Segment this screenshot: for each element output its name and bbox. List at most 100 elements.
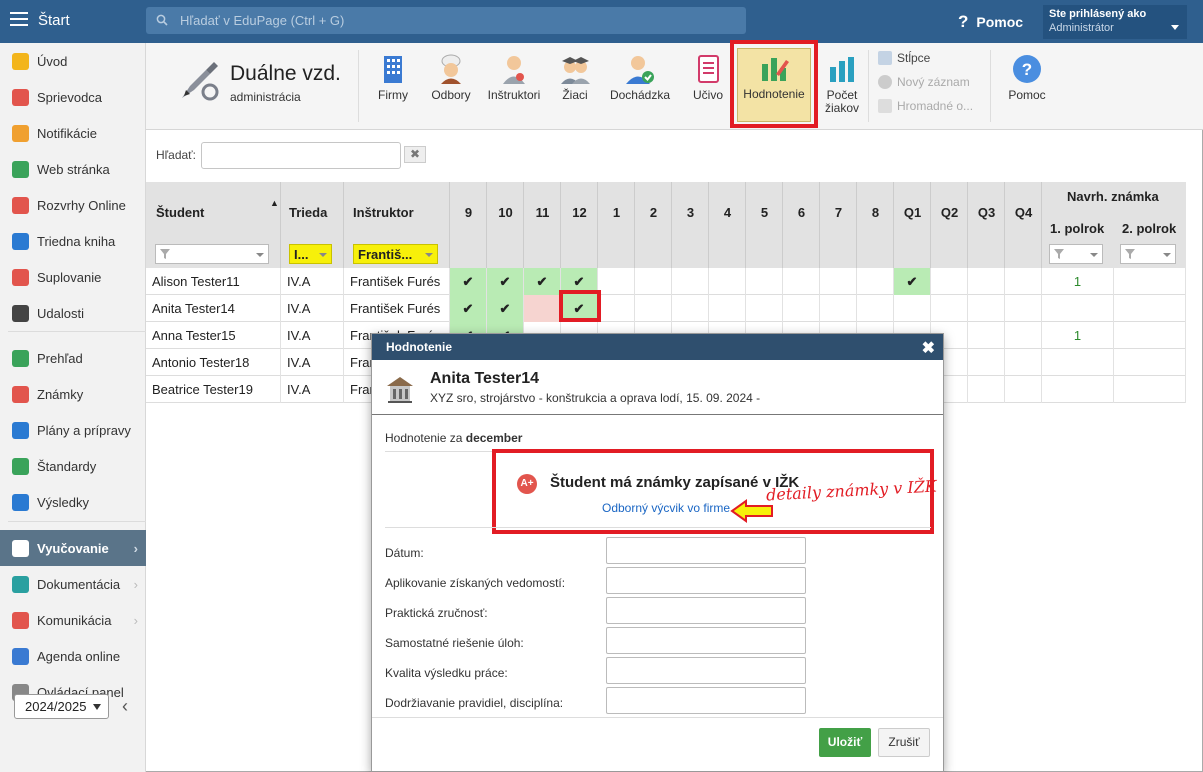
cell-semester1[interactable]: 1 (1042, 268, 1114, 295)
cell-semester2[interactable] (1114, 268, 1186, 295)
sidebar-item-9[interactable]: Prehľad (0, 340, 146, 376)
header-month-8[interactable] (857, 182, 894, 268)
cell-semester2[interactable] (1114, 322, 1186, 349)
header-month-Q1[interactable] (894, 182, 931, 268)
sidebar-item-10[interactable]: Známky (0, 376, 146, 412)
field-input[interactable] (606, 537, 806, 564)
cell-month[interactable] (783, 268, 820, 295)
save-button[interactable]: Uložiť (819, 728, 871, 757)
cell-month[interactable]: ✔ (450, 268, 487, 295)
cell-month[interactable] (709, 295, 746, 322)
cell-month[interactable] (857, 295, 894, 322)
header-month-7[interactable] (820, 182, 857, 268)
cell-class[interactable]: IV.A (281, 268, 344, 295)
header-month-1[interactable] (598, 182, 635, 268)
class-filter[interactable]: I... (289, 244, 332, 264)
cell-month[interactable] (635, 295, 672, 322)
field-input[interactable] (606, 627, 806, 654)
global-search[interactable]: Hľadať v EduPage (Ctrl + G) (146, 7, 746, 34)
semester2-filter[interactable] (1120, 244, 1176, 264)
cell-student[interactable]: Anita Tester14 (146, 295, 281, 322)
sidebar-item-1[interactable]: Úvod (0, 43, 146, 79)
sidebar-item-13[interactable]: Výsledky (0, 484, 146, 520)
close-icon[interactable]: ✖ (922, 338, 935, 358)
sidebar-item-16[interactable]: Komunikácia › (0, 602, 146, 638)
cell-month[interactable]: ✔ (487, 268, 524, 295)
sidebar-item-5[interactable]: Rozvrhy Online (0, 187, 146, 223)
header-month-3[interactable] (672, 182, 709, 268)
cell-month[interactable] (709, 268, 746, 295)
cell-month[interactable] (1005, 322, 1042, 349)
cell-month[interactable] (968, 268, 1005, 295)
cell-semester2[interactable] (1114, 295, 1186, 322)
field-input[interactable] (606, 597, 806, 624)
header-month-6[interactable] (783, 182, 820, 268)
odbory-button[interactable]: Odbory (428, 50, 474, 122)
ziaci-button[interactable]: Žiaci (552, 50, 598, 122)
cell-month[interactable] (672, 268, 709, 295)
cell-month[interactable]: ✔ (450, 295, 487, 322)
pomoc-button[interactable]: ? Pomoc (1004, 50, 1050, 122)
sidebar-item-7[interactable]: Suplovanie (0, 259, 146, 295)
menu-icon[interactable] (10, 12, 28, 26)
sidebar-item-4[interactable]: Web stránka (0, 151, 146, 187)
cell-month[interactable] (598, 295, 635, 322)
dochadzka-button[interactable]: Dochádzka (608, 50, 672, 122)
cell-month[interactable] (672, 295, 709, 322)
field-input[interactable] (606, 687, 806, 714)
cell-semester2[interactable] (1114, 349, 1186, 376)
cell-instructor[interactable]: František Furés (344, 295, 450, 322)
cell-month[interactable]: ✔ (524, 268, 561, 295)
stlpce-button[interactable]: Stĺpce (878, 51, 930, 65)
instruktori-button[interactable]: Inštruktori (484, 50, 544, 122)
cell-semester1[interactable] (1042, 295, 1114, 322)
pocet-ziakov-button[interactable]: Počet žiakov (820, 50, 864, 122)
cell-class[interactable]: IV.A (281, 376, 344, 403)
header-month-4[interactable] (709, 182, 746, 268)
semester1-filter[interactable] (1049, 244, 1103, 264)
header-month-12[interactable] (561, 182, 598, 268)
sidebar-item-8[interactable]: Udalosti (0, 295, 146, 331)
cell-class[interactable]: IV.A (281, 295, 344, 322)
cell-month[interactable] (894, 295, 931, 322)
cell-month[interactable] (968, 376, 1005, 403)
cell-instructor[interactable]: František Furés (344, 268, 450, 295)
header-month-Q4[interactable] (1005, 182, 1042, 268)
header-month-10[interactable] (487, 182, 524, 268)
table-row[interactable]: Alison Tester11 IV.A František Furés ✔ ✔ ✔ ✔ ✔ 1 (146, 268, 1186, 295)
start-link[interactable]: Štart (38, 12, 70, 29)
cell-semester1[interactable] (1042, 349, 1114, 376)
sidebar-item-14[interactable]: Vyučovanie › (0, 530, 146, 566)
cell-class[interactable]: IV.A (281, 349, 344, 376)
hromadne-button[interactable]: Hromadné o... (878, 99, 973, 113)
sidebar-item-3[interactable]: Notifikácie (0, 115, 146, 151)
cell-student[interactable]: Antonio Tester18 (146, 349, 281, 376)
cell-month[interactable] (524, 295, 561, 322)
cell-month[interactable] (1005, 376, 1042, 403)
cell-student[interactable]: Beatrice Tester19 (146, 376, 281, 403)
field-input[interactable] (606, 567, 806, 594)
izk-detail-link[interactable]: Odborný výcvik vo firme (602, 501, 730, 515)
cell-month[interactable] (1005, 349, 1042, 376)
cell-month[interactable] (968, 349, 1005, 376)
field-input[interactable] (606, 657, 806, 684)
firmy-button[interactable]: Firmy (372, 50, 414, 122)
cell-month[interactable] (968, 295, 1005, 322)
sidebar-item-15[interactable]: Dokumentácia › (0, 566, 146, 602)
header-month-9[interactable] (450, 182, 487, 268)
header-month-2[interactable] (635, 182, 672, 268)
cell-month[interactable] (1005, 268, 1042, 295)
help-link[interactable]: ? Pomoc (958, 12, 1023, 32)
cancel-button[interactable]: Zrušiť (878, 728, 930, 757)
cell-month[interactable] (746, 268, 783, 295)
header-month-Q3[interactable] (968, 182, 1005, 268)
cell-month[interactable] (820, 268, 857, 295)
cell-month[interactable] (783, 295, 820, 322)
header-month-Q2[interactable] (931, 182, 968, 268)
cell-month[interactable] (635, 268, 672, 295)
instructor-filter[interactable]: Františ... (353, 244, 438, 264)
ucivo-button[interactable]: Učivo (688, 50, 728, 122)
collapse-sidebar-icon[interactable]: ‹ (122, 696, 128, 717)
cell-month[interactable] (857, 268, 894, 295)
cell-month[interactable]: ✔ (487, 295, 524, 322)
